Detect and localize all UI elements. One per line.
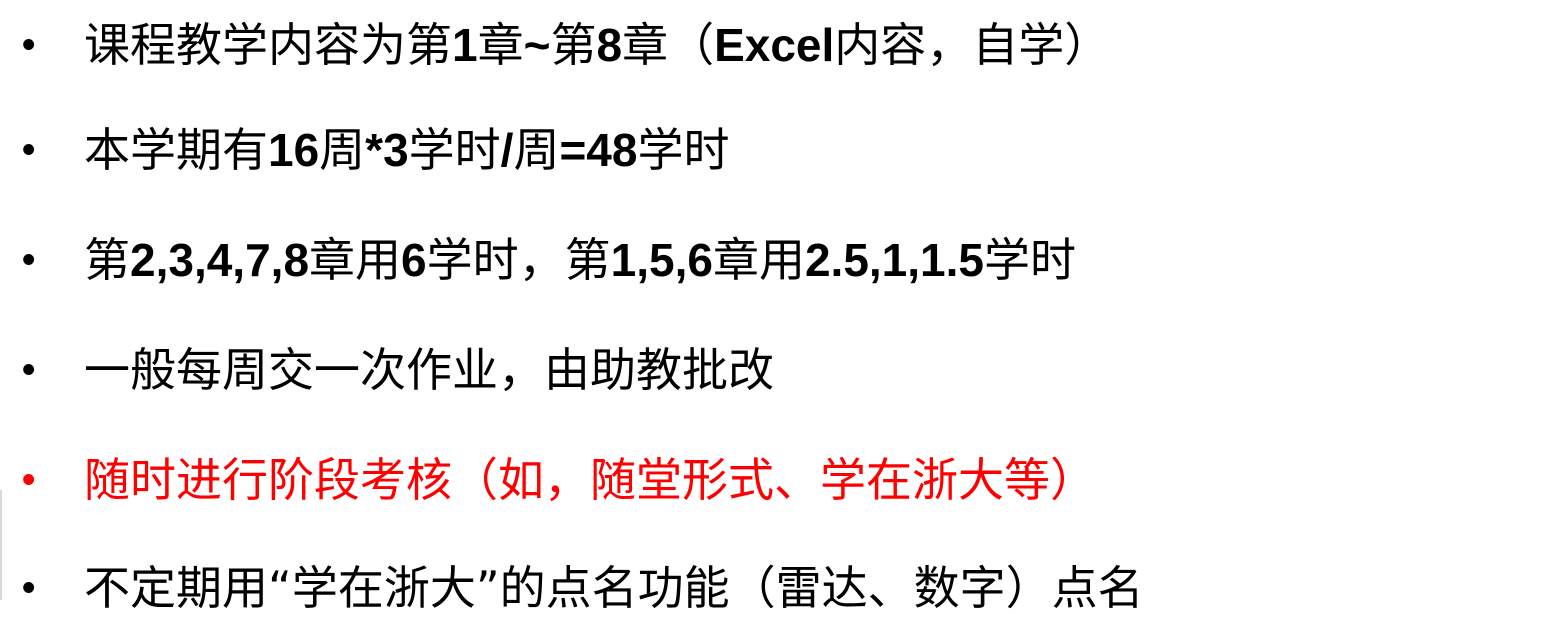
bullet-item: • 随时进行阶段考核（如，随堂形式、学在浙大等） (0, 445, 1556, 515)
bullet-bold-segment: / (500, 124, 514, 176)
bullet-bold-segment: 1 (452, 19, 478, 71)
bullet-text: 课程教学内容为第1章~第8章（Excel内容，自学） (84, 22, 1110, 68)
bullet-bold-segment: 1,5,6 (610, 234, 713, 286)
bullet-dot-icon: • (22, 567, 36, 609)
bullet-text: 随时进行阶段考核（如，随堂形式、学在浙大等） (84, 457, 1096, 503)
bullet-segment: 学时 (408, 123, 501, 177)
bullet-segment: 周 (319, 123, 366, 177)
bullet-text: 不定期用“学在浙大”的点名功能（雷达、数字）点名 (84, 565, 1144, 611)
bullet-text: 第2,3,4,7,8章用6学时，第1,5,6章用2.5,1,1.5学时 (84, 237, 1076, 283)
bullet-dot-icon: • (22, 129, 36, 171)
bullet-segment: 第 (550, 18, 597, 72)
bullet-segment: 内容，自学） (834, 18, 1111, 72)
bullet-dot-icon: • (22, 239, 36, 281)
bullet-segment: 章 (477, 18, 524, 72)
bullet-segment: 学时 (637, 123, 730, 177)
bullet-segment: 学时 (984, 233, 1076, 287)
bullet-segment: 学时，第 (426, 233, 611, 287)
bullet-segment: 章用 (712, 233, 805, 287)
bullet-bold-segment: 6 (401, 234, 427, 286)
bullet-segment: 章用 (309, 233, 402, 287)
bullet-item: • 本学期有16周*3学时/周=48学时 (0, 115, 1556, 185)
bullet-bold-segment: 2,3,4,7,8 (130, 234, 310, 286)
bullet-item: • 不定期用“学在浙大”的点名功能（雷达、数字）点名 (0, 553, 1556, 623)
bullet-bold-segment: 8 (596, 19, 623, 71)
bullet-bold-segment: 16 (268, 124, 320, 176)
bullet-item: • 一般每周交一次作业，由助教批改 (0, 335, 1556, 405)
bullet-dot-icon: • (22, 24, 36, 66)
bullet-segment: 章（ (622, 18, 715, 72)
bullet-segment: 一般每周交一次作业，由助教批改 (84, 343, 774, 397)
bullet-segment: 第 (84, 233, 130, 287)
bullet-bold-segment: 2.5,1,1.5 (804, 234, 984, 286)
slide: • 课程教学内容为第1章~第8章（Excel内容，自学） • 本学期有16周*3学时/… (0, 0, 1556, 630)
bullet-item: • 第2,3,4,7,8章用6学时，第1,5,6章用2.5,1,1.5学时 (0, 225, 1556, 295)
bullet-segment: 本学期有 (84, 123, 268, 177)
bullet-segment: 周 (513, 123, 560, 177)
bullet-text: 本学期有16周*3学时/周=48学时 (84, 127, 729, 173)
bullet-bold-segment: =48 (559, 124, 638, 176)
bullet-dot-icon: • (22, 349, 36, 391)
bullet-dot-icon: • (22, 459, 36, 501)
bullet-segment: 不定期用“学在浙大”的点名功能（雷达、数字）点名 (84, 561, 1144, 615)
bullet-bold-segment: Excel (714, 19, 835, 71)
bullet-item: • 课程教学内容为第1章~第8章（Excel内容，自学） (0, 10, 1556, 80)
bullet-segment: 随时进行阶段考核（如，随堂形式、学在浙大等） (84, 453, 1096, 507)
bullet-bold-segment: *3 (365, 124, 409, 176)
bullet-text: 一般每周交一次作业，由助教批改 (84, 347, 774, 393)
bullet-bold-segment: ~ (523, 19, 551, 71)
bullet-segment: 课程教学内容为第 (84, 18, 452, 72)
